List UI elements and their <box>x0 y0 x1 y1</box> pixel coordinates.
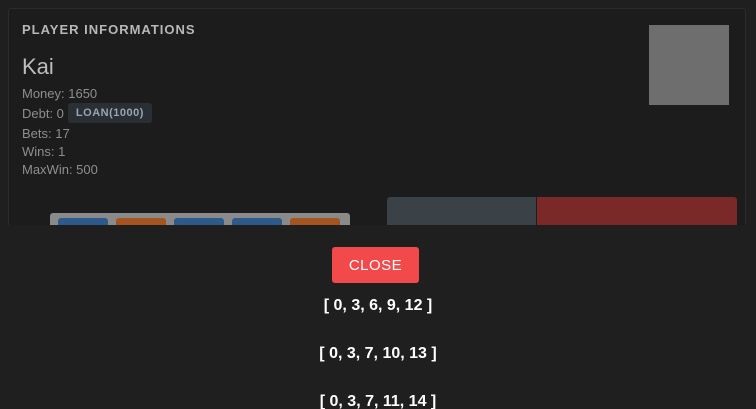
payline-pattern: [ 0, 3, 7, 11, 14 ] <box>319 393 437 409</box>
paylines-modal: CLOSE [ 0, 3, 6, 9, 12 ] [ 0, 3, 7, 10, … <box>0 225 756 409</box>
payline-pattern: [ 0, 3, 6, 9, 12 ] <box>323 297 433 314</box>
page: PLAYER INFORMATIONS Kai Money: 1650 Debt… <box>0 0 756 409</box>
close-button[interactable]: CLOSE <box>332 247 419 283</box>
money-stat: Money: 1650 <box>22 86 98 101</box>
bets-stat: Bets: 17 <box>22 126 70 141</box>
loan-button[interactable]: LOAN(1000) <box>67 103 152 123</box>
avatar <box>649 25 729 105</box>
debt-stat: Debt: 0 <box>22 105 64 121</box>
payline-pattern: [ 0, 3, 7, 10, 13 ] <box>319 345 437 362</box>
section-title: PLAYER INFORMATIONS <box>22 22 196 37</box>
wins-stat: Wins: 1 <box>22 144 66 159</box>
player-name: Kai <box>22 54 54 79</box>
maxwin-stat: MaxWin: 500 <box>22 162 98 177</box>
debt-row: Debt: 0 LOAN(1000) <box>22 103 152 123</box>
